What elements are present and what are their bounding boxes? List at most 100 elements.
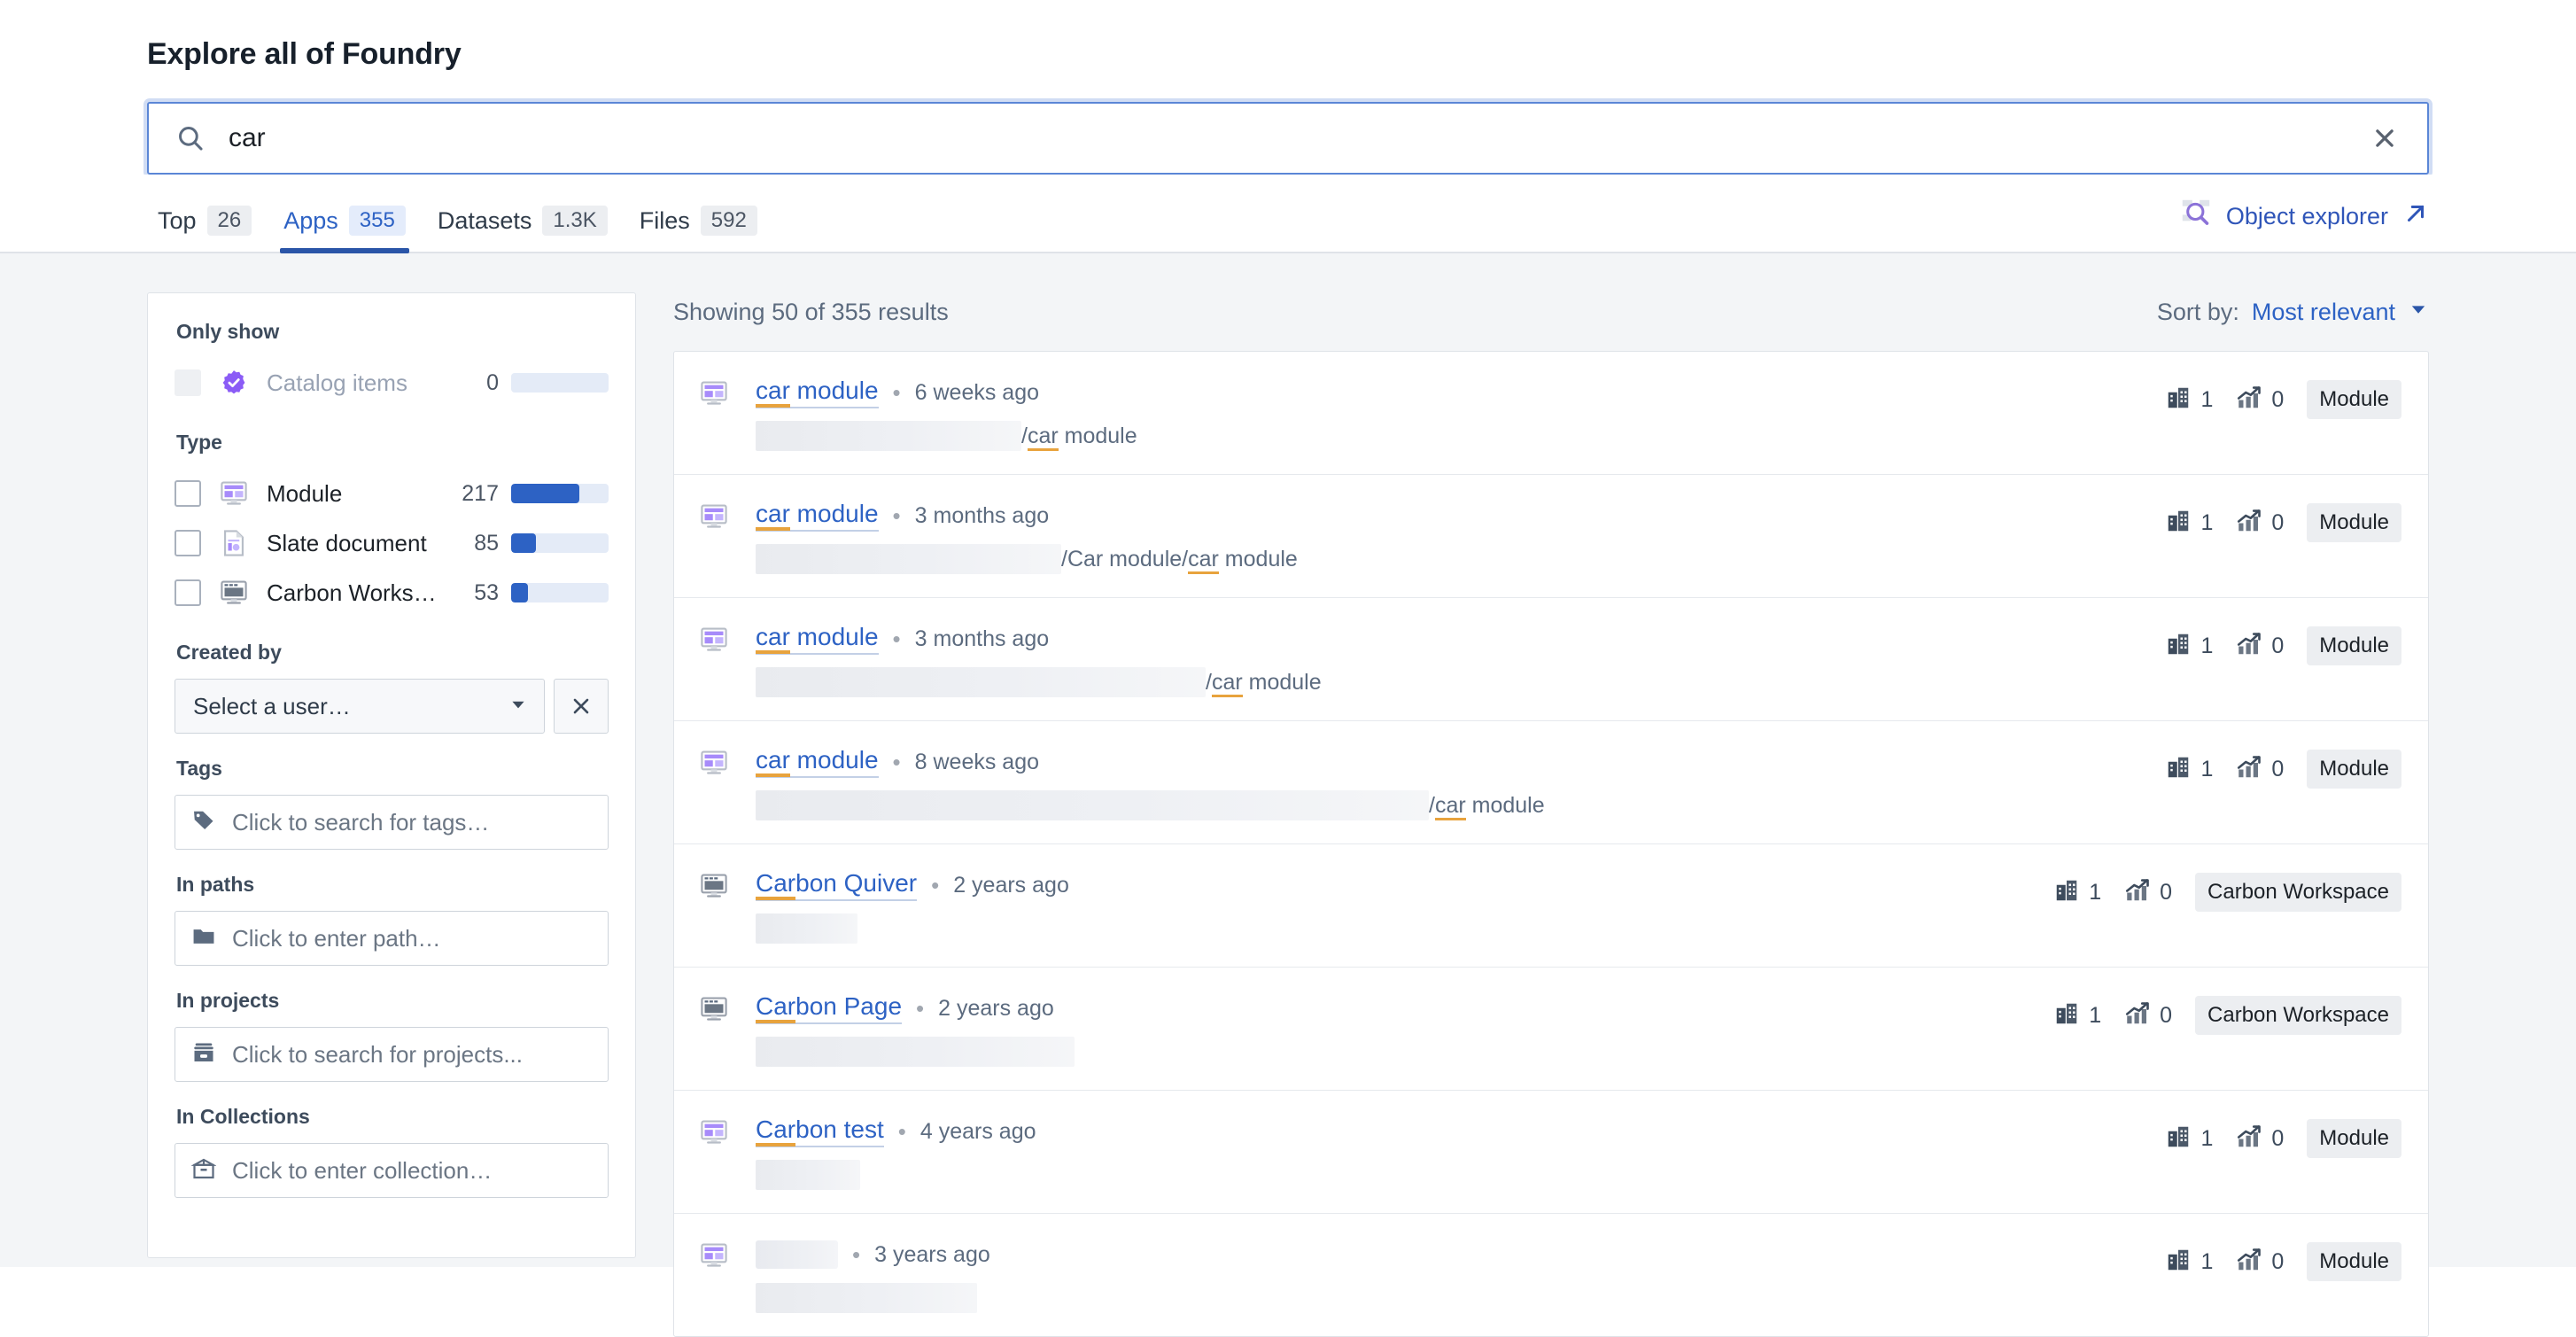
result-separator-dot: •: [931, 871, 940, 898]
sort-by-control[interactable]: Sort by: Most relevant: [2157, 299, 2429, 326]
clear-search-icon[interactable]: [2365, 119, 2404, 158]
type-title: Type: [176, 431, 222, 454]
clear-created-by-button[interactable]: [554, 679, 609, 734]
module-icon: [699, 1237, 738, 1275]
result-path-text: /car module: [1206, 669, 1322, 697]
usage-count: 0: [2236, 754, 2284, 785]
result-type-badge: Module: [2307, 1119, 2401, 1158]
org-count-value: 1: [2200, 1125, 2214, 1151]
slate-document-bar: [511, 533, 609, 553]
result-name-match: Car: [756, 869, 796, 900]
search-box[interactable]: [147, 102, 2429, 175]
organization-icon: [2165, 385, 2192, 416]
org-count: 1: [2165, 508, 2213, 539]
result-separator-dot: •: [916, 994, 925, 1022]
result-name-match: car: [756, 377, 790, 408]
carbon-workspace-checkbox[interactable]: [175, 579, 201, 606]
in-collections-input[interactable]: Click to enter collection…: [175, 1143, 609, 1198]
result-name-link[interactable]: car module: [756, 500, 879, 532]
module-icon: [699, 744, 738, 782]
result-meta: 1 0 Module: [2142, 1114, 2401, 1158]
org-count-value: 1: [2200, 509, 2214, 535]
result-title-line: car module • 3 months ago: [756, 621, 2142, 657]
tab-apps[interactable]: Apps 355: [273, 206, 416, 253]
result-timestamp: 2 years ago: [938, 995, 1054, 1021]
usage-count: 0: [2124, 877, 2172, 908]
usage-count-value: 0: [2160, 879, 2173, 905]
created-by-title: Created by: [176, 641, 282, 664]
tab-datasets-count: 1.3K: [542, 206, 608, 236]
result-name-link[interactable]: Carbon test: [756, 1115, 884, 1147]
catalog-items-checkbox: [175, 369, 201, 396]
filter-slate-document[interactable]: Slate document 85: [175, 518, 609, 568]
tab-datasets-label: Datasets: [437, 206, 532, 234]
result-name-link[interactable]: Carbon Page: [756, 992, 903, 1024]
only-show-title: Only show: [176, 320, 280, 343]
org-count: 1: [2165, 754, 2213, 785]
module-icon: [699, 1114, 738, 1152]
tab-apps-label: Apps: [283, 206, 338, 234]
filter-carbon-workspace[interactable]: Carbon Works… 53: [175, 568, 609, 618]
result-row[interactable]: car module • 8 weeks ago/car module 1 0 Modul…: [674, 721, 2428, 844]
usage-chart-icon: [2124, 877, 2151, 908]
result-type-badge: Module: [2307, 380, 2401, 419]
tabs-row: Top 26 Apps 355 Datasets 1.3K Files 592: [0, 175, 2576, 253]
result-separator-dot: •: [892, 378, 901, 406]
result-name-link[interactable]: car module: [756, 377, 879, 408]
result-type-badge: Module: [2307, 750, 2401, 789]
result-row[interactable]: Carbon Page • 2 years ago 1 0 Carbon Workspac…: [674, 968, 2428, 1091]
result-row[interactable]: Carbon Quiver • 2 years ago 1 0 Carbon Worksp…: [674, 844, 2428, 968]
result-main: Carbon test • 4 years ago: [738, 1114, 2142, 1190]
result-path-redacted: [756, 421, 1021, 451]
in-paths-input[interactable]: Click to enter path…: [175, 911, 609, 966]
result-row[interactable]: car module • 6 weeks ago/car module 1 0 Modul…: [674, 352, 2428, 475]
module-icon: [699, 375, 738, 413]
tab-top[interactable]: Top 26: [147, 206, 262, 252]
module-checkbox[interactable]: [175, 480, 201, 507]
result-separator-dot: •: [897, 1117, 906, 1145]
result-path-text: /Car module/car module: [1061, 546, 1298, 574]
result-title-line: Carbon Page • 2 years ago: [756, 991, 2030, 1026]
result-path-redacted: [756, 1160, 860, 1190]
result-path: /Car module/car module: [756, 544, 2142, 574]
search-input[interactable]: [227, 122, 2365, 154]
catalog-items-count: 0: [486, 369, 499, 395]
usage-count-value: 0: [2271, 1248, 2285, 1274]
slate-document-checkbox[interactable]: [175, 530, 201, 556]
in-projects-title: In projects: [176, 989, 280, 1012]
result-title-line: car module • 8 weeks ago: [756, 744, 2142, 780]
result-meta: 1 0 Module: [2142, 1237, 2401, 1281]
result-row[interactable]: Carbon test • 4 years ago 1 0 Module: [674, 1091, 2428, 1214]
result-row[interactable]: car module • 3 months ago/car module 1 0 Modu…: [674, 598, 2428, 721]
result-name-link[interactable]: Carbon Quiver: [756, 869, 918, 901]
created-by-select[interactable]: Select a user…: [175, 679, 545, 734]
tab-files[interactable]: Files 592: [629, 206, 768, 252]
created-by-row: Select a user…: [175, 679, 609, 734]
filter-module[interactable]: Module 217: [175, 469, 609, 518]
module-icon: [699, 498, 738, 536]
tab-files-label: Files: [639, 206, 690, 234]
result-name-match: car: [756, 623, 790, 654]
result-meta: 1 0 Carbon Workspace: [2030, 867, 2401, 912]
usage-count: 0: [2236, 1247, 2284, 1278]
in-collections-title: In Collections: [176, 1105, 310, 1128]
in-collections-placeholder: Click to enter collection…: [232, 1156, 493, 1184]
organization-icon: [2053, 1000, 2080, 1031]
result-main: car module • 3 months ago/car module: [738, 621, 2142, 697]
result-row[interactable]: car module • 3 months ago/Car module/car m…: [674, 475, 2428, 598]
tab-datasets[interactable]: Datasets 1.3K: [427, 206, 618, 252]
sort-by-value[interactable]: Most relevant: [2252, 299, 2395, 326]
result-timestamp: 3 years ago: [874, 1241, 990, 1267]
result-name-link[interactable]: car module: [756, 746, 879, 778]
result-path-text: /car module: [1429, 792, 1545, 820]
usage-count-value: 0: [2160, 1002, 2173, 1028]
result-separator-dot: •: [892, 748, 901, 775]
tags-input[interactable]: Click to search for tags…: [175, 795, 609, 850]
in-projects-input[interactable]: Click to search for projects...: [175, 1027, 609, 1082]
result-row[interactable]: • 3 years ago 1 0 Module: [674, 1214, 2428, 1336]
org-count-value: 1: [2200, 633, 2214, 658]
result-name-match: car: [756, 500, 790, 531]
result-name-link[interactable]: car module: [756, 623, 879, 655]
usage-count-value: 0: [2271, 633, 2285, 658]
object-explorer-link[interactable]: Object explorer: [2180, 198, 2429, 252]
